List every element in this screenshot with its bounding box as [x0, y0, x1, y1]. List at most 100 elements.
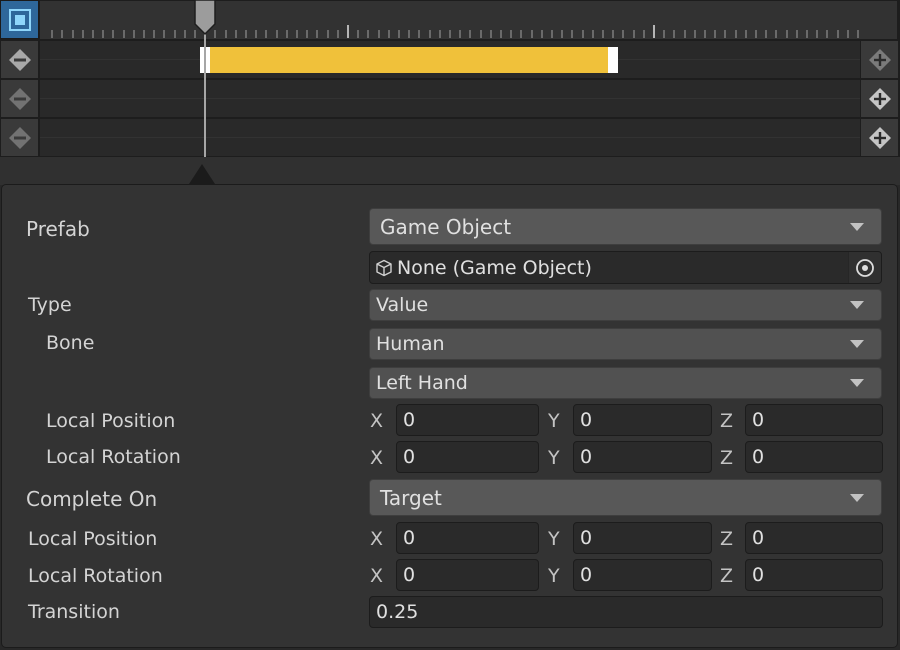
ruler-minor-tick [306, 30, 309, 38]
add-keyframe-icon [868, 87, 891, 110]
ruler-minor-tick [112, 30, 115, 38]
cube-icon [376, 259, 392, 276]
x-axis-label: X [370, 528, 384, 550]
ruler-minor-tick [245, 30, 247, 38]
ruler-minor-tick [602, 30, 604, 38]
timeline [0, 0, 900, 157]
track-row[interactable] [40, 80, 860, 117]
type-label: Type [28, 294, 72, 316]
ruler-minor-tick [265, 30, 268, 38]
clip-bar[interactable] [210, 47, 609, 73]
complete-on-label: Complete On [26, 487, 158, 511]
ruler-minor-tick [642, 30, 645, 38]
ruler-minor-tick [479, 30, 482, 38]
local-position-z-field[interactable]: 0 [745, 522, 883, 554]
bone-dropdown[interactable]: Human [369, 328, 882, 360]
ruler-minor-tick [51, 30, 54, 38]
add-keyframe-button[interactable] [861, 41, 898, 78]
clip-end-handle[interactable] [608, 47, 619, 73]
prefab-object-field[interactable]: None (Game Object) [369, 251, 882, 284]
bone-local-position-z-field[interactable]: 0 [745, 404, 883, 436]
add-keyframe-button[interactable] [861, 80, 898, 117]
ruler-minor-tick [714, 30, 717, 38]
remove-keyframe-icon [8, 126, 31, 149]
ruler-minor-tick [122, 30, 125, 38]
ruler-minor-tick [255, 30, 258, 38]
ruler-minor-tick [296, 30, 298, 38]
ruler-minor-tick [469, 30, 472, 38]
ruler-minor-tick [530, 30, 533, 38]
ruler-minor-tick [234, 30, 237, 38]
ruler-minor-tick [102, 30, 105, 38]
local-rotation-y-field[interactable]: 0 [573, 559, 712, 591]
prefab-label: Prefab [26, 217, 90, 241]
transition-label: Transition [28, 601, 120, 623]
ruler-minor-tick [816, 30, 819, 38]
divider-area [0, 157, 900, 185]
ruler-minor-tick [663, 30, 666, 38]
ruler-minor-tick [132, 30, 135, 38]
bone-local-rotation-z-field[interactable]: 0 [745, 441, 883, 473]
ruler-minor-tick [591, 30, 594, 38]
ruler-minor-tick [367, 30, 370, 38]
y-axis-label: Y [548, 528, 560, 550]
complete-on-dropdown[interactable]: Target [369, 479, 882, 516]
ruler-minor-tick [846, 30, 849, 38]
ruler-minor-tick [408, 30, 411, 38]
ruler-minor-tick [765, 30, 768, 38]
playhead-handle[interactable] [193, 0, 217, 36]
add-keyframe-button[interactable] [861, 119, 898, 156]
local-position-y-field[interactable]: 0 [573, 522, 712, 554]
ruler-minor-tick [418, 30, 421, 38]
timeline-ruler[interactable] [40, 1, 897, 39]
ruler-minor-tick [734, 30, 737, 38]
bone-part-dropdown[interactable]: Left Hand [369, 367, 882, 399]
ruler-minor-tick [704, 30, 706, 38]
ruler-minor-tick [581, 30, 584, 38]
ruler-minor-tick [459, 30, 462, 38]
ruler-minor-tick [561, 30, 564, 38]
ruler-minor-tick [326, 30, 329, 38]
ruler-minor-tick [438, 30, 441, 38]
local-rotation-x-field[interactable]: 0 [396, 559, 539, 591]
playhead-line [204, 33, 207, 157]
ruler-minor-tick [571, 30, 574, 38]
ruler-minor-tick [449, 30, 451, 38]
ruler-minor-tick [275, 30, 278, 38]
bone-local-rotation-x-field[interactable]: 0 [396, 441, 539, 473]
y-axis-label: Y [548, 565, 560, 587]
ruler-minor-tick [163, 30, 166, 38]
local-position-label: Local Position [28, 528, 158, 550]
chevron-down-icon [850, 340, 864, 348]
add-keyframe-icon [868, 48, 891, 71]
remove-keyframe-button[interactable] [1, 119, 38, 156]
remove-keyframe-button[interactable] [1, 41, 38, 78]
ruler-minor-tick [500, 30, 502, 38]
bone-local-position-x-field[interactable]: 0 [396, 404, 539, 436]
ruler-minor-tick [785, 30, 788, 38]
ruler-minor-tick [806, 30, 808, 38]
remove-keyframe-icon [8, 87, 31, 110]
type-dropdown[interactable]: Value [369, 289, 882, 321]
prefab-type-dropdown[interactable]: Game Object [369, 208, 882, 245]
transition-field[interactable]: 0.25 [369, 596, 883, 628]
ruler-major-tick [347, 25, 349, 38]
ruler-minor-tick [612, 30, 615, 38]
chevron-down-icon [850, 493, 864, 502]
z-axis-label: Z [720, 410, 734, 432]
local-rotation-z-field[interactable]: 0 [745, 559, 883, 591]
bone-local-position-y-field[interactable]: 0 [573, 404, 712, 436]
bone-local-rotation-y-field[interactable]: 0 [573, 441, 712, 473]
chevron-down-icon [850, 222, 864, 231]
track-row[interactable] [40, 119, 860, 156]
track-row[interactable] [40, 41, 860, 78]
remove-keyframe-button[interactable] [1, 80, 38, 117]
prefab-type-value: Game Object [380, 214, 512, 239]
keyframe-mode-button[interactable] [0, 0, 39, 39]
object-picker-icon [856, 258, 874, 277]
ruler-minor-tick [673, 30, 676, 38]
ruler-minor-tick [724, 30, 727, 38]
object-picker-button[interactable] [848, 252, 881, 283]
x-axis-label: X [370, 447, 384, 469]
local-position-x-field[interactable]: 0 [396, 522, 539, 554]
